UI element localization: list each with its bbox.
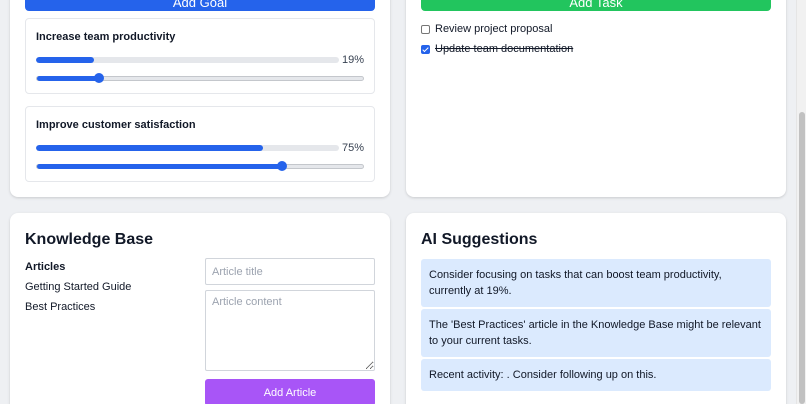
goal-item: Improve customer satisfaction 75% bbox=[25, 106, 375, 182]
suggestion-item: The 'Best Practices' article in the Know… bbox=[421, 309, 771, 357]
article-link[interactable]: Best Practices bbox=[25, 301, 95, 313]
slider-thumb[interactable] bbox=[93, 73, 104, 83]
add-goal-button[interactable]: Add Goal bbox=[25, 0, 375, 11]
slider-thumb[interactable] bbox=[276, 161, 287, 171]
article-content-textarea[interactable] bbox=[205, 290, 375, 371]
knowledge-base-card: Knowledge Base Articles Getting Started … bbox=[10, 213, 390, 404]
goals-card: Add Goal Increase team productivity 19% … bbox=[10, 0, 390, 197]
tasks-card: Add Task Review project proposal Update … bbox=[406, 0, 786, 197]
scrollbar-thumb[interactable] bbox=[799, 112, 805, 404]
article-title-input[interactable] bbox=[205, 258, 375, 285]
add-task-button[interactable]: Add Task bbox=[421, 0, 771, 11]
knowledge-base-title: Knowledge Base bbox=[25, 231, 154, 248]
goal-progress-fill bbox=[36, 145, 264, 151]
task-label: Update team documentation bbox=[435, 43, 574, 55]
task-checkbox[interactable] bbox=[421, 24, 430, 34]
task-item[interactable]: Update team documentation bbox=[421, 43, 573, 55]
goal-progress-fill bbox=[36, 57, 94, 63]
page-scrollbar[interactable] bbox=[796, 0, 806, 404]
goal-progress-slider[interactable] bbox=[36, 161, 364, 171]
task-label: Review project proposal bbox=[435, 23, 553, 35]
ai-suggestions-title: AI Suggestions bbox=[421, 231, 538, 248]
goal-item: Increase team productivity 19% bbox=[25, 18, 375, 94]
suggestion-item: Recent activity: . Consider following up… bbox=[421, 359, 771, 391]
articles-heading: Articles bbox=[25, 261, 66, 273]
goal-title: Improve customer satisfaction bbox=[36, 119, 196, 131]
goal-progress-label: 19% bbox=[341, 54, 364, 66]
task-item[interactable]: Review project proposal bbox=[421, 23, 552, 35]
ai-suggestions-card: AI Suggestions Consider focusing on task… bbox=[406, 213, 786, 404]
goal-progress-bar bbox=[36, 57, 339, 63]
goal-progress-label: 75% bbox=[341, 142, 364, 154]
goal-progress-slider[interactable] bbox=[36, 73, 364, 83]
suggestion-item: Consider focusing on tasks that can boos… bbox=[421, 259, 771, 307]
slider-fill bbox=[37, 164, 282, 169]
article-link[interactable]: Getting Started Guide bbox=[25, 281, 131, 293]
goal-title: Increase team productivity bbox=[36, 31, 176, 43]
goal-progress-bar bbox=[36, 145, 339, 151]
add-article-button[interactable]: Add Article bbox=[205, 379, 375, 404]
task-checkbox[interactable] bbox=[421, 44, 430, 54]
slider-fill bbox=[37, 76, 99, 81]
